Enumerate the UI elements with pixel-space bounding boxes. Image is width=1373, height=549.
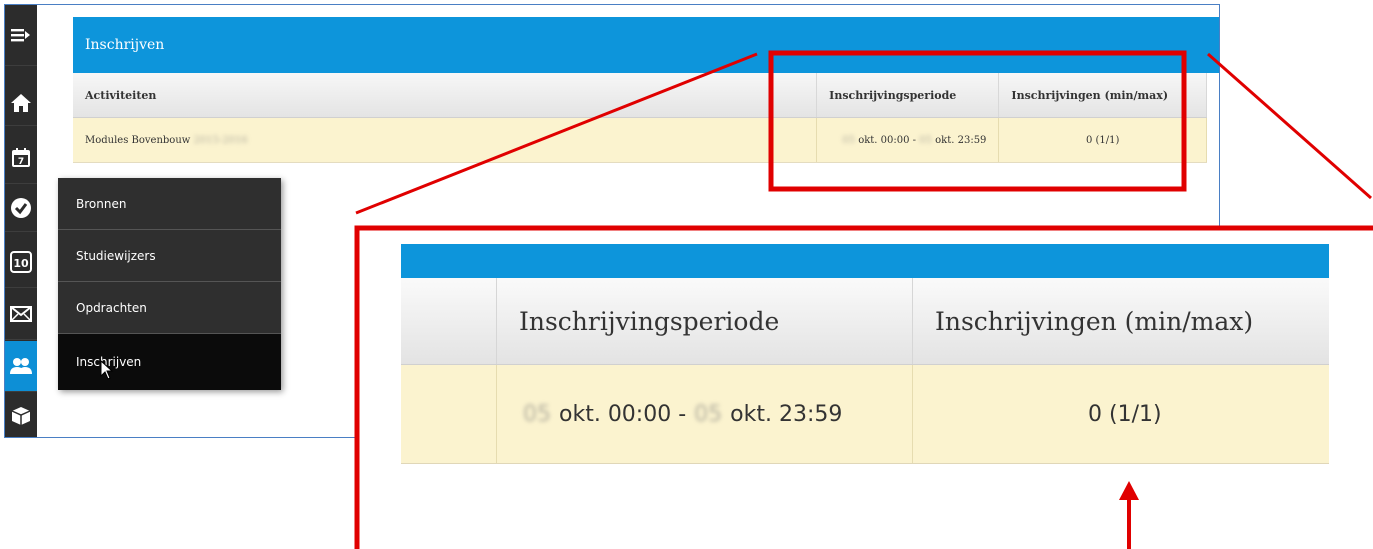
column-divider — [912, 365, 913, 463]
table-header-row: Activiteiten Inschrijvingsperiode Inschr… — [73, 73, 1207, 118]
home-icon — [11, 94, 31, 112]
menu-item-label: Studiewijzers — [76, 248, 156, 263]
tasks-button[interactable] — [5, 185, 37, 232]
box-icon — [11, 407, 31, 425]
period-start: okt. 00:00 - — [858, 134, 917, 146]
check-icon — [11, 198, 31, 218]
svg-text:7: 7 — [18, 157, 24, 167]
period-day-start: 05 — [842, 134, 855, 146]
zoomed-header-period: Inschrijvingsperiode — [519, 306, 780, 336]
zoomed-period-day-start: 05 — [523, 401, 551, 427]
zoom-connector-right — [1207, 52, 1372, 200]
calendar-icon: 7 — [12, 148, 30, 167]
table-row[interactable]: Modules Bovenbouw 2015-2016 05 okt. 00:0… — [73, 117, 1207, 163]
activities-table: Activiteiten Inschrijvingsperiode Inschr… — [73, 73, 1207, 163]
grades-button[interactable]: 10 — [5, 237, 37, 288]
zoomed-header-enrollments: Inschrijvingen (min/max) — [935, 306, 1254, 336]
enroll-button[interactable] — [5, 341, 37, 392]
column-divider — [496, 278, 497, 364]
zoomed-header-row: Inschrijvingsperiode Inschrijvingen (min… — [401, 278, 1329, 365]
page-title: Inschrijven — [73, 17, 1219, 73]
zoom-callout: Inschrijvingsperiode Inschrijvingen (min… — [357, 226, 1373, 549]
period-day-end: 05 — [919, 134, 932, 146]
agenda-button[interactable]: 7 — [5, 133, 37, 184]
menu-toggle-button[interactable] — [5, 5, 37, 66]
menu-item-label: Bronnen — [76, 196, 127, 211]
icon-sidebar: 7 10 — [5, 5, 37, 437]
menu-item-inschrijven[interactable]: Inschrijven — [58, 334, 281, 390]
period-end: okt. 23:59 — [935, 134, 987, 146]
zoomed-period-day-end: 05 — [694, 401, 723, 427]
zoomed-enrollments: 0 (1/1) — [1088, 401, 1162, 427]
column-divider — [496, 365, 497, 463]
more-button[interactable] — [5, 395, 37, 437]
activity-name: Modules Bovenbouw — [85, 134, 191, 146]
svg-text:10: 10 — [13, 257, 29, 270]
menu-icon — [11, 29, 30, 42]
activity-cell[interactable]: Modules Bovenbouw 2015-2016 — [73, 117, 818, 163]
zoomed-table: Inschrijvingsperiode Inschrijvingen (min… — [401, 244, 1329, 549]
header-period[interactable]: Inschrijvingsperiode — [816, 73, 1000, 118]
zoomed-data-row: 05 okt. 00:00 - 05 okt. 23:59 0 (1/1) — [401, 365, 1329, 464]
menu-item-bronnen[interactable]: Bronnen — [58, 178, 281, 230]
flyout-menu: Bronnen Studiewijzers Opdrachten Inschri… — [58, 178, 281, 390]
zoomed-period: 05 okt. 00:00 - 05 okt. 23:59 — [523, 365, 842, 463]
menu-item-label: Opdrachten — [76, 300, 147, 315]
header-enrollments[interactable]: Inschrijvingen (min/max) — [998, 73, 1207, 118]
messages-button[interactable] — [5, 289, 37, 340]
zoomed-header-bar — [401, 244, 1329, 278]
menu-item-opdrachten[interactable]: Opdrachten — [58, 282, 281, 334]
activity-year: 2015-2016 — [193, 134, 248, 146]
column-divider — [912, 278, 913, 364]
home-button[interactable] — [5, 81, 37, 126]
header-activities[interactable]: Activiteiten — [73, 73, 818, 118]
period-cell: 05 okt. 00:00 - 05 okt. 23:59 — [816, 117, 1000, 163]
enrollments-cell: 0 (1/1) — [998, 117, 1207, 163]
mouse-pointer-icon — [100, 360, 114, 380]
menu-item-studiewijzers[interactable]: Studiewijzers — [58, 230, 281, 282]
zoomed-period-end: okt. 23:59 — [730, 401, 843, 427]
mail-icon — [10, 306, 32, 322]
people-icon — [10, 358, 32, 374]
zoomed-period-start: okt. 00:00 - — [559, 401, 687, 427]
grade-icon: 10 — [10, 251, 32, 273]
